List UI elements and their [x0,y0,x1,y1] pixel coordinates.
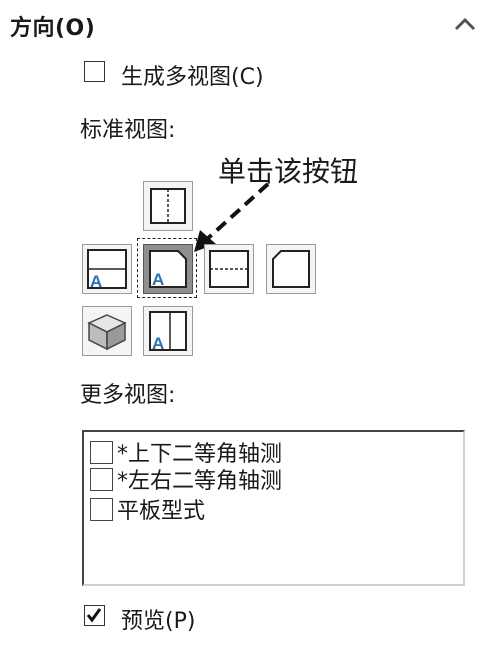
top-view-icon [150,188,186,224]
back-view-icon: A [149,311,187,353]
isometric-cube-icon [87,314,127,351]
chevron-up-icon[interactable] [452,12,478,36]
list-item[interactable]: *左右二等角轴测 [90,467,282,494]
list-item-label: *左右二等角轴测 [117,469,283,494]
front-view-icon: A [149,250,187,289]
right-view-button[interactable] [266,244,316,294]
list-item[interactable]: 平板型式 [90,497,205,524]
list-item[interactable]: *上下二等角轴测 [90,440,282,467]
standard-views-label: 标准视图: [80,118,176,143]
left-view-button[interactable]: A [82,244,132,294]
isometric-view-button[interactable] [82,306,132,356]
svg-text:A: A [152,270,164,289]
preview-checkbox[interactable] [84,605,105,626]
list-item-checkbox[interactable] [90,497,113,521]
svg-text:A: A [90,272,102,291]
list-item-checkbox[interactable] [90,440,113,464]
bottom-view-button[interactable] [204,244,254,294]
front-view-button[interactable]: A [143,244,193,294]
multi-view-label: 生成多视图(C) [121,65,264,90]
multi-view-checkbox[interactable] [84,61,105,82]
svg-text:A: A [152,334,164,353]
more-views-label: 更多视图: [80,383,176,408]
list-item-label: 平板型式 [117,499,206,524]
right-view-icon [272,250,310,288]
more-views-list[interactable]: *上下二等角轴测 *左右二等角轴测 平板型式 [82,430,465,586]
checkmark-icon [86,608,102,623]
section-title: 方向(O) [10,16,96,41]
left-view-icon: A [87,249,127,291]
bottom-view-icon [209,250,249,288]
back-view-button[interactable]: A [143,306,193,356]
list-item-checkbox[interactable] [90,467,113,491]
preview-label: 预览(P) [121,609,196,634]
top-view-button[interactable] [143,181,193,231]
